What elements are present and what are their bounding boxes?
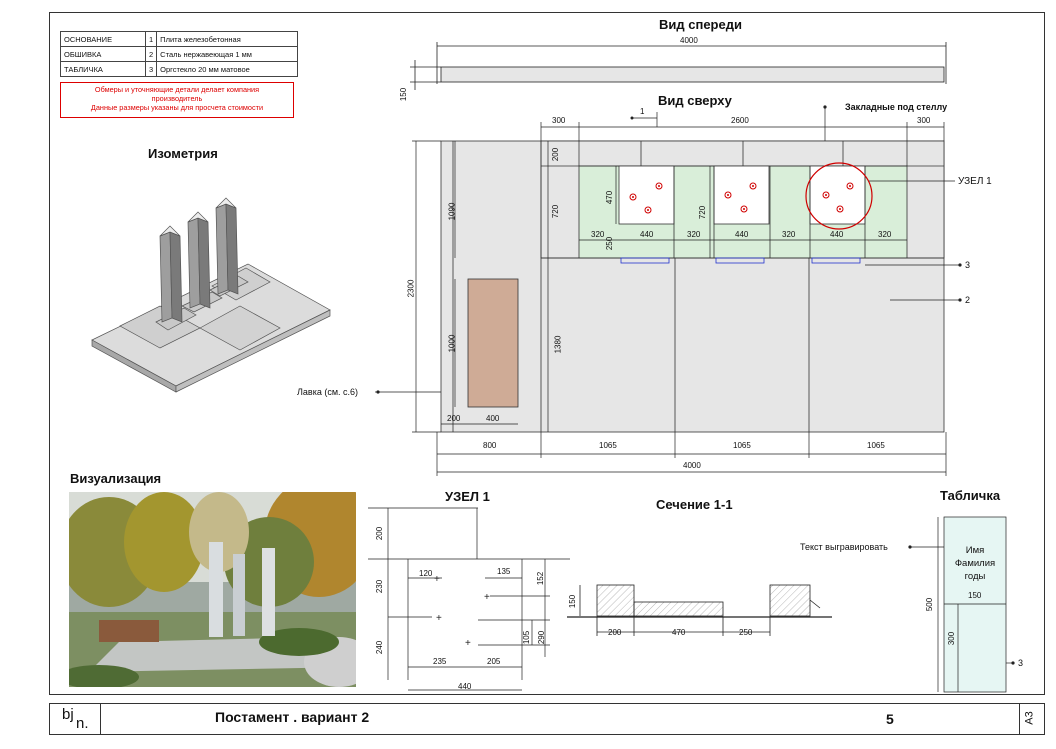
node-dim-120: 120	[419, 569, 433, 578]
dim-1000: 1000	[447, 334, 457, 353]
top-view	[440, 140, 945, 433]
section-view	[567, 584, 832, 636]
logo-text: bj	[62, 706, 74, 723]
node-label: УЗЕЛ 1	[958, 176, 992, 187]
svg-text:+: +	[484, 592, 490, 603]
plaque-years: годы	[964, 571, 986, 582]
front-height-dim: 150	[399, 87, 409, 102]
section-dim-150: 150	[568, 594, 578, 609]
bottom-dim-800: 800	[483, 441, 497, 450]
format-cell: А3	[1019, 704, 1044, 734]
plaque-dim-150: 150	[968, 591, 982, 600]
dim-1090: 1090	[447, 202, 457, 221]
plaque-surname: Фамилия	[954, 558, 996, 569]
bench-label: Лавка (см. с.6)	[297, 387, 359, 397]
bench-dim-200: 200	[447, 414, 461, 423]
node-dim-200: 200	[375, 526, 385, 541]
plaque-dim-500: 500	[925, 597, 935, 612]
node-dim-235: 235	[433, 657, 447, 666]
page-number: 5	[886, 711, 894, 727]
total-dim-4000: 4000	[683, 461, 701, 470]
node-dim-152: 152	[536, 571, 546, 586]
bottom-dim-1065: 1065	[867, 441, 885, 450]
isometric-view	[91, 197, 331, 393]
row-dim: 320	[687, 230, 701, 239]
row-dim: 320	[591, 230, 605, 239]
plaque-name: Имя	[965, 545, 985, 556]
node-dim-240: 240	[375, 640, 385, 655]
sheet-format: А3	[1023, 711, 1036, 725]
node-dim-230: 230	[375, 579, 385, 594]
sheet-title: Постамент . вариант 2	[215, 709, 370, 725]
row-dim: 320	[782, 230, 796, 239]
dim-250: 250	[605, 236, 615, 251]
svg-text:+: +	[436, 613, 442, 624]
bottom-dim-1065: 1065	[733, 441, 751, 450]
dim-300-left: 300	[552, 116, 566, 125]
svg-text:+: +	[434, 574, 440, 585]
plaque-dim-300: 300	[947, 631, 957, 646]
node-dim-440: 440	[458, 682, 472, 691]
title-block: bj n. Постамент . вариант 2 5 А3	[49, 703, 1045, 735]
engrave-label: Текст выгравировать	[800, 542, 888, 552]
front-width-dim: 4000	[680, 36, 698, 45]
dim-720-a: 720	[551, 204, 561, 219]
node-dim-135: 135	[497, 567, 511, 576]
callout-2: 2	[965, 295, 971, 305]
row-dim: 440	[735, 230, 749, 239]
section-dim-470: 470	[672, 628, 686, 637]
section-dim-200: 200	[608, 628, 622, 637]
callout-3: 3	[965, 260, 971, 270]
logo-text-2: n.	[76, 715, 89, 732]
node-crosses: + + + +	[434, 574, 490, 649]
row-dim: 440	[830, 230, 844, 239]
dim-1380: 1380	[553, 335, 563, 354]
dim-470: 470	[605, 190, 615, 205]
node-dim-290: 290	[537, 630, 547, 645]
bottom-dim-1065: 1065	[599, 441, 617, 450]
section-dim-250: 250	[739, 628, 753, 637]
node-dim-205: 205	[487, 657, 501, 666]
bench-dim-400: 400	[486, 414, 500, 423]
dim-2600: 2600	[731, 116, 749, 125]
logo-cell: bj n.	[50, 704, 101, 734]
section-cut-mark: 1	[640, 107, 645, 116]
svg-text:+: +	[465, 638, 471, 649]
dim-300-right: 300	[917, 116, 931, 125]
row-dim: 440	[640, 230, 654, 239]
node-dim-105: 105	[522, 630, 532, 645]
visualization-render	[69, 492, 356, 687]
dim-2300: 2300	[406, 279, 416, 298]
plaque-callout-3: 3	[1018, 658, 1024, 668]
dim-720-b: 720	[698, 205, 708, 220]
row-dim: 320	[878, 230, 892, 239]
node-detail	[368, 507, 570, 691]
front-view	[410, 42, 947, 90]
embed-label: Закладные под стеллу	[845, 102, 948, 112]
dim-200: 200	[551, 147, 561, 162]
